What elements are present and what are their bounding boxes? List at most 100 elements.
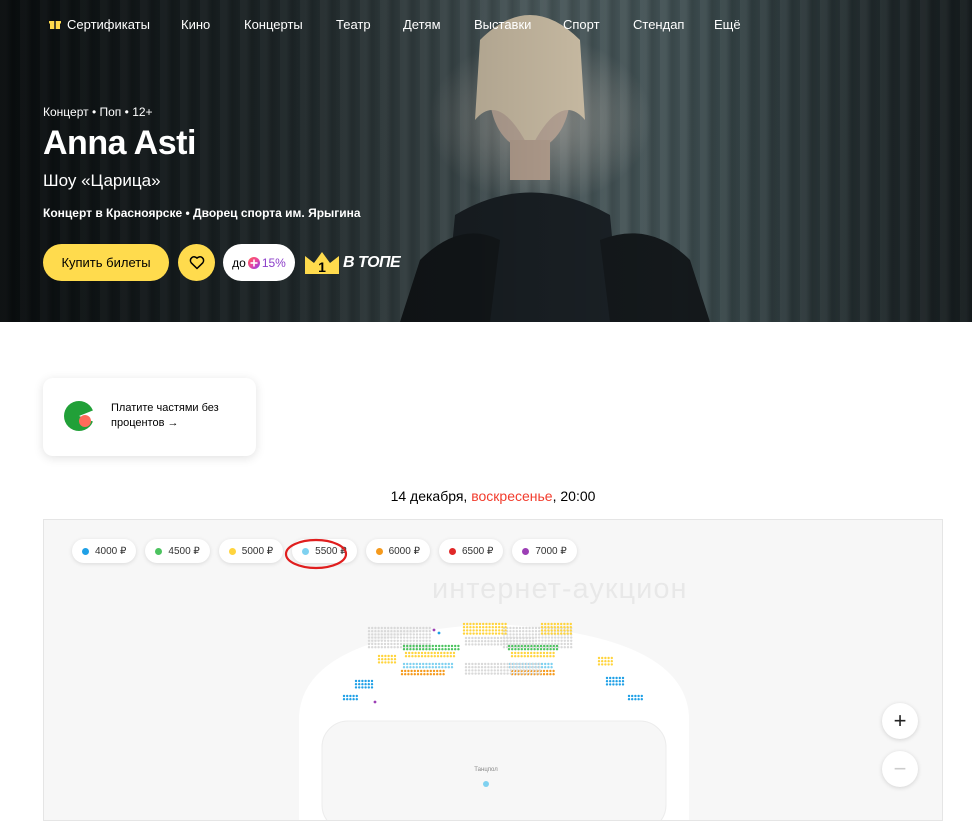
seat <box>414 655 417 658</box>
seat <box>393 646 396 649</box>
seat <box>478 629 482 632</box>
seat-map[interactable]: Танцпол <box>284 616 704 821</box>
dance-floor-label: Танцпол <box>474 767 498 773</box>
event-place[interactable]: Дворец спорта им. Ярыгина <box>193 206 361 220</box>
seat <box>425 626 428 630</box>
nav-item-certificates[interactable]: Сертификаты <box>49 17 150 32</box>
seat <box>550 666 553 669</box>
seat <box>519 640 522 643</box>
seat <box>361 686 364 689</box>
seat <box>512 630 515 633</box>
nav-item-more[interactable]: Ещё <box>714 17 741 32</box>
seat <box>431 662 434 666</box>
seat <box>462 626 466 629</box>
seat <box>390 654 393 658</box>
nav-item-exhibitions[interactable]: Выставки <box>474 17 531 32</box>
dance-floor-marker[interactable] <box>483 781 489 787</box>
zoom-out-button[interactable]: − <box>882 751 918 787</box>
seat <box>417 651 420 655</box>
seat <box>370 686 374 689</box>
price-label: 6000 ₽ <box>388 545 420 557</box>
seat <box>409 636 412 639</box>
nav-item-cinema[interactable]: Кино <box>181 17 210 32</box>
zoom-in-button[interactable]: + <box>882 703 918 739</box>
seat <box>457 648 460 651</box>
nav-item-concerts[interactable]: Концерты <box>244 17 303 32</box>
seat <box>374 630 377 633</box>
nav-item-standup[interactable]: Стендап <box>633 17 684 32</box>
seat <box>487 669 490 672</box>
seat <box>384 654 387 658</box>
seat <box>384 658 387 661</box>
seat <box>477 672 480 675</box>
seat <box>480 666 484 669</box>
event-city[interactable]: Концерт в Красноярске <box>43 206 182 220</box>
seat <box>477 643 480 646</box>
crown-icon: 1 <box>305 252 339 275</box>
price-color-dot <box>522 547 530 555</box>
seat <box>539 655 542 658</box>
seat <box>450 666 454 669</box>
seat <box>374 646 377 649</box>
seat <box>506 666 509 669</box>
plus-cashback-button[interactable]: до 15% <box>223 244 295 281</box>
price-chip[interactable]: 6500 ₽ <box>438 539 504 563</box>
seat <box>490 636 493 640</box>
seat <box>496 640 500 643</box>
seat <box>377 630 380 633</box>
seat <box>484 672 487 675</box>
seat <box>367 633 371 636</box>
seat <box>552 655 555 658</box>
seat <box>412 636 415 639</box>
seat <box>498 629 501 632</box>
seat <box>528 669 532 672</box>
price-chip[interactable]: 6000 ₽ <box>365 539 430 563</box>
seat <box>526 655 530 658</box>
seat <box>516 666 519 669</box>
seat <box>550 626 553 629</box>
seat <box>570 639 573 642</box>
price-chip[interactable]: 4500 ₽ <box>145 539 210 563</box>
price-chip[interactable]: 5000 ₽ <box>218 539 284 563</box>
price-chip[interactable]: 4000 ₽ <box>72 539 137 563</box>
favorite-button[interactable] <box>178 244 215 281</box>
seat <box>500 643 503 646</box>
seat <box>560 632 563 635</box>
seat <box>475 629 478 632</box>
seat <box>541 642 544 646</box>
price-chip[interactable]: 7000 ₽ <box>512 539 577 563</box>
buy-tickets-button[interactable]: Купить билеты <box>43 244 169 281</box>
seat <box>471 666 474 669</box>
nav-item-theatre[interactable]: Театр <box>336 17 371 32</box>
seat <box>532 672 535 675</box>
split-logo-icon <box>64 401 95 431</box>
seat <box>539 644 543 648</box>
seat <box>396 626 399 630</box>
seat <box>415 636 419 639</box>
nav-item-sport[interactable]: Спорт <box>563 17 600 32</box>
seat <box>355 698 358 701</box>
seat <box>554 639 557 642</box>
hall-scheme[interactable]: интернет-аукцион 4000 ₽4500 ₽5000 ₽5500 … <box>43 519 943 821</box>
seat <box>396 639 399 642</box>
seat <box>550 629 553 632</box>
seat <box>498 622 501 626</box>
seat <box>487 640 490 643</box>
seat <box>493 672 496 675</box>
seat <box>429 673 432 676</box>
seat <box>517 648 520 651</box>
seat <box>526 651 530 655</box>
seat <box>415 666 418 669</box>
seat <box>538 636 541 639</box>
seat <box>396 642 399 646</box>
seat <box>480 672 484 675</box>
seat <box>549 648 552 651</box>
split-payment-card[interactable]: Платите частями без процентов → <box>43 378 256 456</box>
seat <box>502 646 506 649</box>
nav-item-kids[interactable]: Детям <box>403 17 441 32</box>
seat <box>469 632 472 635</box>
seat <box>512 662 516 666</box>
seat <box>563 642 566 646</box>
seat <box>534 639 538 642</box>
seat <box>494 629 498 632</box>
